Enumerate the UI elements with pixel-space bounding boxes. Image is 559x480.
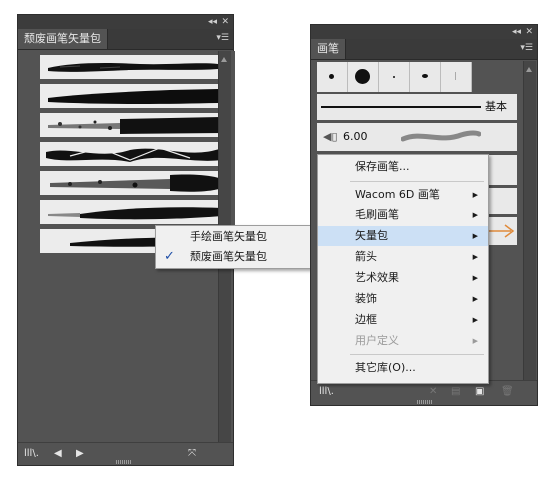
menu-item-label: 边框 <box>355 313 377 326</box>
brush-dot-large[interactable] <box>348 62 379 92</box>
brush-dot-hairline[interactable] <box>441 62 472 92</box>
close-icon[interactable]: ✕ <box>525 26 533 38</box>
tab-brush-library[interactable]: 颓废画笔矢量包 <box>18 29 108 49</box>
brush-size-stroke <box>401 130 481 142</box>
tab-brushes[interactable]: 画笔 <box>311 39 346 59</box>
double-chevron-icon[interactable]: ◂◂ <box>512 26 521 38</box>
brush-library-menu: 保存画笔... Wacom 6D 画笔 ▶ 毛刷画笔 ▶ 矢量包 ▶ 箭头 ▶ … <box>317 154 489 384</box>
brush-dot-small[interactable] <box>317 62 348 92</box>
remove-brush-icon[interactable]: ⤧ <box>188 447 196 461</box>
brush-stroke-2 <box>48 89 224 104</box>
menu-item-borders[interactable]: 边框 ▶ <box>318 310 488 330</box>
brush-swatch-3[interactable] <box>40 113 226 137</box>
menu-item-bristle-brush[interactable]: 毛刷画笔 ▶ <box>318 205 488 225</box>
menu-item-save-brushes[interactable]: 保存画笔... <box>318 157 488 177</box>
submenu-item-label: 颓废画笔矢量包 <box>190 250 267 263</box>
menu-item-label: 用户定义 <box>355 334 399 347</box>
brush-stroke-6 <box>48 207 222 220</box>
previous-library-icon[interactable]: ◀ <box>54 447 62 461</box>
menu-item-label: 其它库(O)... <box>355 361 416 374</box>
panel-top-strip: ◂◂ ✕ <box>18 15 233 29</box>
menu-separator <box>350 354 484 355</box>
brush-size-row[interactable]: ◀▯ 6.00 <box>317 123 517 151</box>
panel-tab-row: 颓废画笔矢量包 ▾☰ <box>18 29 233 50</box>
menu-item-label: 箭头 <box>355 250 377 263</box>
brush-library-menu-icon[interactable]: lll\. <box>24 447 39 461</box>
menu-item-artistic[interactable]: 艺术效果 ▶ <box>318 268 488 288</box>
brush-library-menu-icon[interactable]: lll\. <box>319 385 334 399</box>
brush-stroke-4 <box>46 147 222 162</box>
submenu-arrow-icon: ▶ <box>472 337 478 345</box>
brush-dot-oval[interactable] <box>410 62 441 92</box>
menu-item-label: Wacom 6D 画笔 <box>355 188 440 201</box>
menu-item-decorative[interactable]: 装饰 ▶ <box>318 289 488 309</box>
left-panel-bottom-bar: lll\. ◀ ▶ ⤧ <box>18 442 233 465</box>
menu-item-user-defined: 用户定义 ▶ <box>318 331 488 351</box>
brush-size-icon: ◀▯ <box>323 130 338 143</box>
submenu-arrow-icon: ▶ <box>472 295 478 303</box>
submenu-item-grunge-pack[interactable]: ✓ 颓废画笔矢量包 <box>156 247 320 267</box>
panel-menu-icon[interactable]: ▾☰ <box>216 32 229 44</box>
menu-item-label: 艺术效果 <box>355 271 399 284</box>
panel-top-strip: ◂◂ ✕ <box>311 25 537 39</box>
brush-swatch-1[interactable] <box>40 55 226 79</box>
brush-swatch-5[interactable] <box>40 171 226 195</box>
submenu-arrow-icon: ▶ <box>472 211 478 219</box>
brush-stroke-1 <box>48 63 218 72</box>
resize-grip[interactable] <box>417 400 433 404</box>
panel-menu-icon[interactable]: ▾☰ <box>520 42 533 54</box>
scroll-up-icon[interactable] <box>526 67 532 72</box>
menu-item-arrows[interactable]: 箭头 ▶ <box>318 247 488 267</box>
next-library-icon[interactable]: ▶ <box>76 447 84 461</box>
brush-stroke-5 <box>50 174 226 192</box>
submenu-arrow-icon: ▶ <box>472 274 478 282</box>
submenu-item-hand-drawn-pack[interactable]: 手绘画笔矢量包 <box>156 227 320 247</box>
brush-dot-tiny[interactable] <box>379 62 410 92</box>
menu-item-wacom-6d[interactable]: Wacom 6D 画笔 ▶ <box>318 185 488 205</box>
brush-empty-cell <box>472 62 517 92</box>
submenu-arrow-icon: ▶ <box>472 316 478 324</box>
brush-swatch-6[interactable] <box>40 200 226 224</box>
submenu-arrow-icon: ▶ <box>472 253 478 261</box>
scroll-up-icon[interactable] <box>221 57 227 62</box>
double-chevron-icon[interactable]: ◂◂ <box>208 16 217 28</box>
close-icon[interactable]: ✕ <box>221 16 229 28</box>
right-scrollbar[interactable] <box>523 61 536 381</box>
menu-item-other-library[interactable]: 其它库(O)... <box>318 358 488 378</box>
delete-brush-icon[interactable]: 🗑 <box>501 385 514 399</box>
calligraphic-brush-row <box>317 62 517 92</box>
brush-size-value: 6.00 <box>343 130 368 143</box>
brush-swatch-2[interactable] <box>40 84 226 108</box>
menu-separator <box>350 181 484 182</box>
vector-pack-submenu: 手绘画笔矢量包 ✓ 颓废画笔矢量包 <box>155 225 321 269</box>
brush-stroke-3 <box>48 117 222 134</box>
submenu-arrow-icon: ▶ <box>472 191 478 199</box>
submenu-arrow-icon: ▶ <box>472 232 478 240</box>
menu-item-vector-packs[interactable]: 矢量包 ▶ <box>318 226 488 246</box>
basic-brush-row[interactable]: 基本 <box>317 94 517 120</box>
resize-grip[interactable] <box>116 460 132 464</box>
new-brush-icon[interactable]: ▣ <box>475 385 484 399</box>
basic-brush-label: 基本 <box>485 100 507 113</box>
menu-item-label: 装饰 <box>355 292 377 305</box>
submenu-item-label: 手绘画笔矢量包 <box>190 230 267 243</box>
checkmark-icon: ✓ <box>164 249 175 264</box>
menu-item-label: 矢量包 <box>355 229 388 242</box>
options-icon[interactable]: ▤ <box>451 385 460 399</box>
brush-swatch-4[interactable] <box>40 142 226 166</box>
basic-brush-line <box>321 106 481 108</box>
menu-item-label: 毛刷画笔 <box>355 208 399 221</box>
remove-stroke-icon[interactable]: ✕ <box>429 385 437 399</box>
panel-tab-row: 画笔 ▾☰ <box>311 39 537 60</box>
menu-item-label: 保存画笔... <box>355 160 410 173</box>
